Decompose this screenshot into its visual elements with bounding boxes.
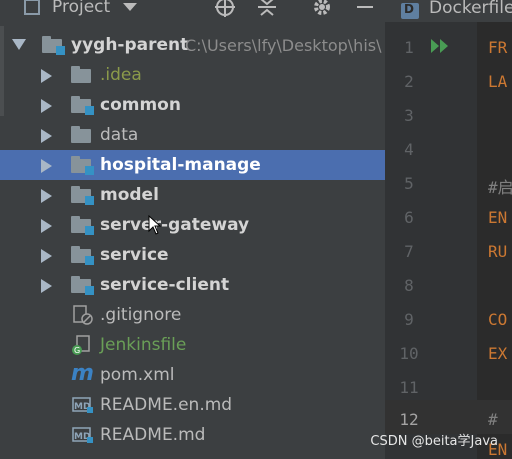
line-number: 8 <box>404 276 414 295</box>
maven-file-icon: m <box>71 361 94 386</box>
module-folder-icon <box>71 96 94 115</box>
tab-dockerfile[interactable]: Dockerfile <box>429 0 512 18</box>
folder-icon <box>71 126 93 144</box>
tree-item-pom[interactable]: m pom.xml <box>0 360 385 390</box>
tree-item-label: README.md <box>100 425 206 445</box>
tree-item-label: service <box>100 245 169 265</box>
project-panel: Project yygh-parent C:\Users\lfy\Desktop… <box>0 0 385 459</box>
collapse-all-icon[interactable] <box>256 0 278 19</box>
line-number: 3 <box>404 106 414 125</box>
module-folder-icon <box>71 276 94 295</box>
root-name: yygh-parent <box>71 35 189 55</box>
module-folder-icon <box>42 36 65 55</box>
tree-item-gitignore[interactable]: .gitignore <box>0 300 385 330</box>
module-folder-icon <box>71 246 94 265</box>
tree-item-label: model <box>100 185 159 205</box>
tree-item-service-client[interactable]: service-client <box>0 270 385 300</box>
line-number: 5 <box>404 174 414 193</box>
chevron-right-icon[interactable] <box>41 219 52 233</box>
code-line[interactable]: CO <box>488 310 507 329</box>
tree-item-readme[interactable]: MD README.md <box>0 420 385 450</box>
tree-item-idea[interactable]: .idea <box>0 60 385 90</box>
line-number: 2 <box>404 72 414 91</box>
chevron-right-icon[interactable] <box>41 69 52 83</box>
tree-item-readme-en[interactable]: MD README.en.md <box>0 390 385 420</box>
tree-item-label: server-gateway <box>100 215 250 235</box>
svg-text:G: G <box>74 346 80 355</box>
line-number: 7 <box>404 242 414 261</box>
code-line[interactable]: # <box>488 410 498 429</box>
code-line[interactable]: EX <box>488 344 507 363</box>
chevron-right-icon[interactable] <box>41 129 52 143</box>
module-folder-icon <box>71 216 94 235</box>
gear-icon[interactable] <box>311 0 333 19</box>
tree-root[interactable]: yygh-parent C:\Users\lfy\Desktop\his\ <box>0 30 385 60</box>
tree-item-label: pom.xml <box>100 365 175 385</box>
tree-item-label: .idea <box>100 65 142 85</box>
chevron-right-icon[interactable] <box>41 279 52 293</box>
editor-tab-bar: D Dockerfile <box>385 0 512 23</box>
tree-item-label: service-client <box>100 275 230 295</box>
code-line[interactable]: EN <box>488 208 507 227</box>
markdown-file-icon: MD <box>72 397 93 413</box>
tree-item-label: data <box>100 125 139 145</box>
chevron-right-icon[interactable] <box>41 99 52 113</box>
code-line[interactable]: RU <box>488 242 507 261</box>
root-path: C:\Users\lfy\Desktop\his\ <box>185 36 382 55</box>
tree-item-common[interactable]: common <box>0 90 385 120</box>
project-toolbar: Project <box>0 0 385 22</box>
chevron-right-icon[interactable] <box>41 159 52 173</box>
tree-item-label: .gitignore <box>100 305 182 325</box>
module-folder-icon <box>71 186 94 205</box>
gitignore-file-icon <box>73 305 93 325</box>
tree-item-hospital-manage[interactable]: hospital-manage <box>0 150 385 180</box>
tree-item-label: README.en.md <box>100 395 233 415</box>
tree-item-data[interactable]: data <box>0 120 385 150</box>
line-number: 6 <box>404 208 414 227</box>
chevron-right-icon[interactable] <box>41 249 52 263</box>
tree-item-jenkinsfile[interactable]: G Jenkinsfile <box>0 330 385 360</box>
line-number: 9 <box>404 310 414 329</box>
tree-item-label: hospital-manage <box>100 155 261 175</box>
mouse-cursor-icon <box>148 215 162 235</box>
tree-item-label: Jenkinsfile <box>100 335 187 355</box>
project-view-icon <box>24 0 40 19</box>
minimize-icon[interactable] <box>356 0 374 19</box>
markdown-file-icon: MD <box>72 427 93 443</box>
chevron-down-icon[interactable] <box>12 39 26 50</box>
groovy-file-icon: G <box>72 335 90 355</box>
folder-icon <box>71 66 93 84</box>
run-icon[interactable] <box>430 38 452 54</box>
locate-icon[interactable] <box>214 0 236 19</box>
code-line[interactable]: #启 <box>488 174 512 198</box>
chevron-down-icon[interactable] <box>122 0 138 19</box>
docker-file-icon: D <box>401 2 419 19</box>
line-number: 12 <box>399 410 419 429</box>
tree-item-service[interactable]: service <box>0 240 385 270</box>
project-title[interactable]: Project <box>52 0 110 19</box>
code-line[interactable]: LA <box>488 72 507 91</box>
code-line[interactable]: FR <box>488 38 507 57</box>
module-folder-icon <box>71 156 94 175</box>
line-number: 1 <box>404 38 414 57</box>
tree-item-server-gateway[interactable]: server-gateway <box>0 210 385 240</box>
tree-item-label: common <box>100 95 181 115</box>
line-number: 4 <box>404 140 414 159</box>
watermark: CSDN @beita学Java <box>370 434 498 449</box>
line-number: 11 <box>399 378 419 397</box>
tree-item-model[interactable]: model <box>0 180 385 210</box>
chevron-right-icon[interactable] <box>41 189 52 203</box>
line-number: 10 <box>399 344 419 363</box>
